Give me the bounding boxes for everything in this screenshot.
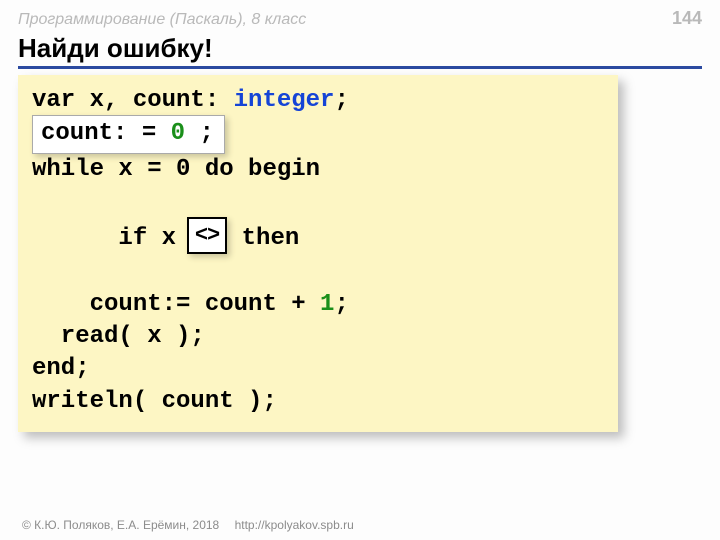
code-text: = [142, 120, 156, 147]
code-number: 1 [320, 291, 334, 318]
highlight-box-operator: <> [187, 217, 227, 255]
code-text: ; [199, 120, 213, 147]
slide-title: Найди ошибку! [18, 33, 702, 64]
code-text: var x, count: [32, 87, 234, 114]
slide-header: Программирование (Паскаль), 8 класс 144 [0, 0, 720, 29]
copyright-text: © К.Ю. Поляков, Е.А. Ерёмин, 2018 [22, 518, 219, 532]
code-text: ; [334, 291, 348, 318]
code-line-2: count: = 0 ; [32, 115, 604, 153]
code-text: ; [334, 87, 348, 114]
code-type: integer [234, 87, 335, 114]
code-number: 0 [171, 120, 185, 147]
code-line-7: end; [32, 353, 604, 385]
footer-link: http://kpolyakov.spb.ru [235, 518, 354, 532]
code-line-3: while x = 0 do begin [32, 154, 604, 186]
code-block: var x, count: integer; count: = 0 ; whil… [18, 75, 618, 432]
code-line-1: var x, count: integer; [32, 85, 604, 117]
title-underline [18, 66, 702, 69]
code-line-6: read( x ); [32, 321, 604, 353]
code-line-4: if x ><> then [32, 186, 604, 288]
code-text: if x [90, 225, 191, 252]
highlight-box-assign: count: = 0 ; [32, 115, 225, 153]
code-text: then [227, 225, 299, 252]
code-text: count:= count + [32, 291, 320, 318]
course-label: Программирование (Паскаль), 8 класс [18, 11, 306, 29]
code-line-8: writeln( count ); [32, 386, 604, 418]
code-text: count: [41, 120, 127, 147]
page-number: 144 [672, 8, 702, 29]
code-line-5: count:= count + 1; [32, 289, 604, 321]
slide-footer: © К.Ю. Поляков, Е.А. Ерёмин, 2018 http:/… [22, 518, 354, 532]
